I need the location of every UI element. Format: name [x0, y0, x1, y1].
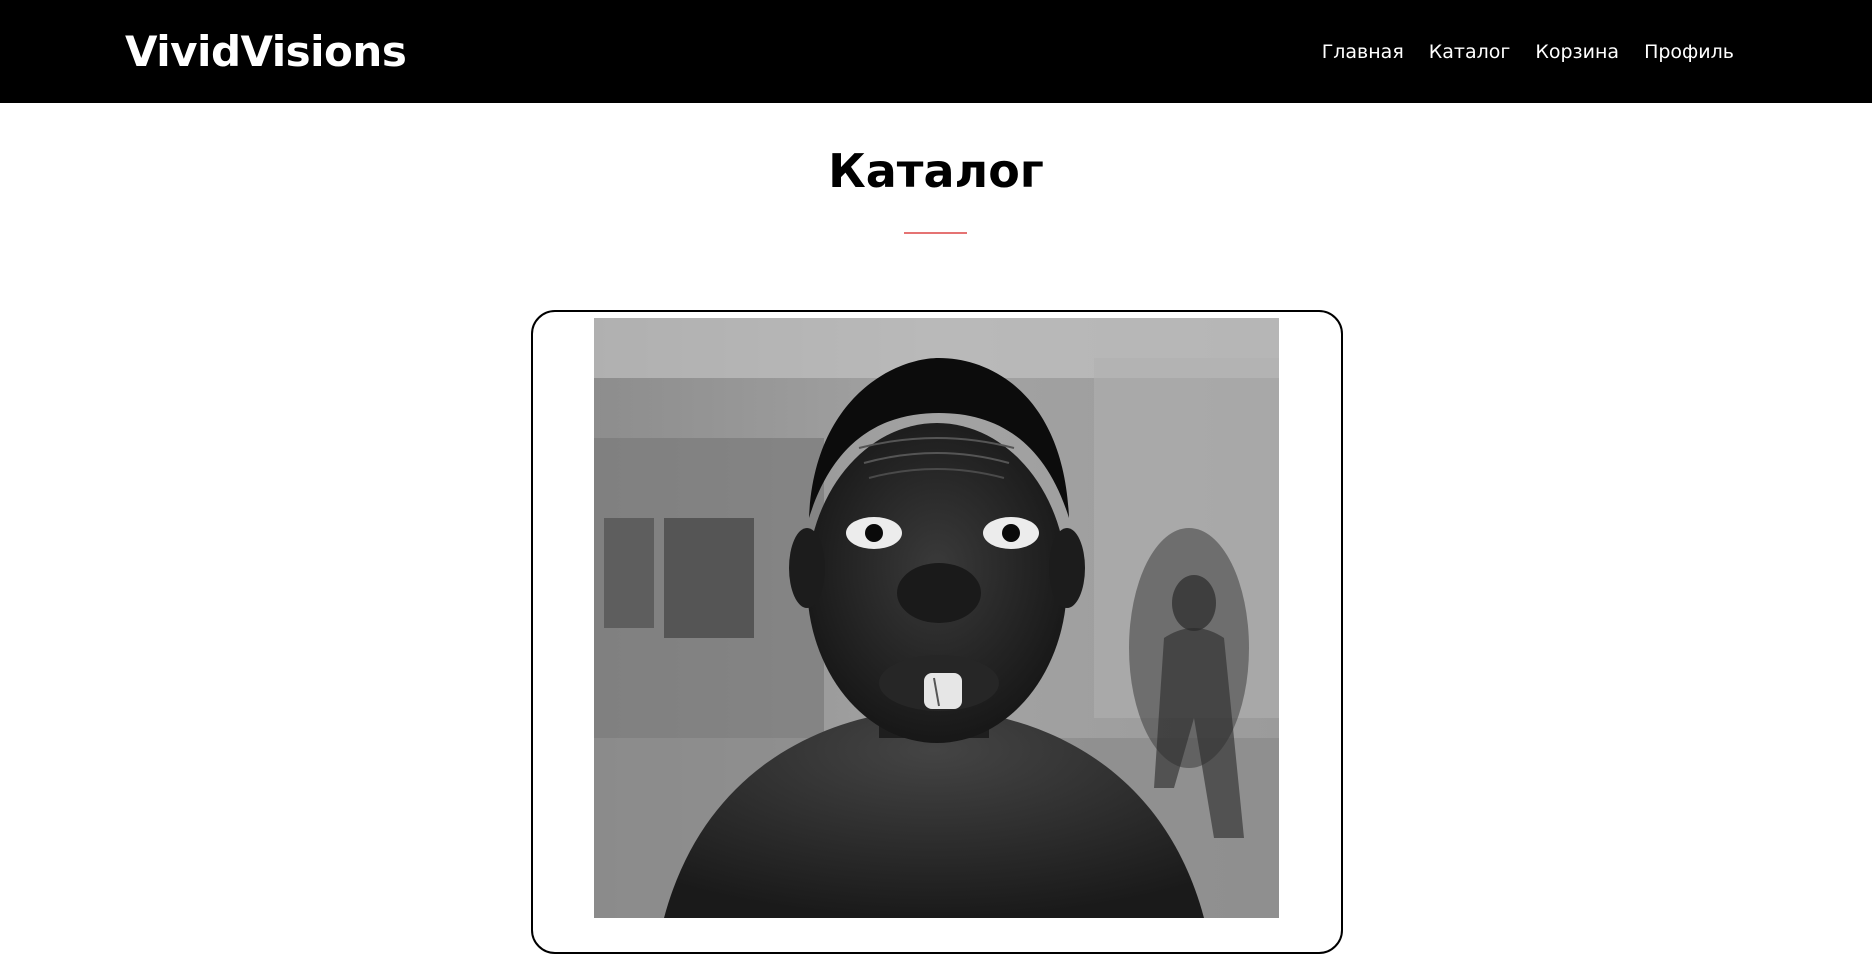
product-card[interactable] — [531, 310, 1343, 954]
nav-link-catalog[interactable]: Каталог — [1429, 38, 1511, 66]
nav-link-profile[interactable]: Профиль — [1644, 38, 1734, 66]
nav-link-home[interactable]: Главная — [1322, 38, 1404, 66]
nav-link-cart[interactable]: Корзина — [1535, 38, 1619, 66]
site-logo[interactable]: VividVisions — [125, 26, 407, 78]
page-title: Каталог — [828, 144, 1044, 198]
product-image[interactable] — [594, 318, 1279, 918]
header-bar: VividVisions Главная Каталог Корзина Про… — [0, 0, 1872, 103]
main-nav: Главная Каталог Корзина Профиль — [1322, 38, 1734, 66]
portrait-photo — [594, 318, 1279, 918]
title-divider — [904, 232, 967, 234]
